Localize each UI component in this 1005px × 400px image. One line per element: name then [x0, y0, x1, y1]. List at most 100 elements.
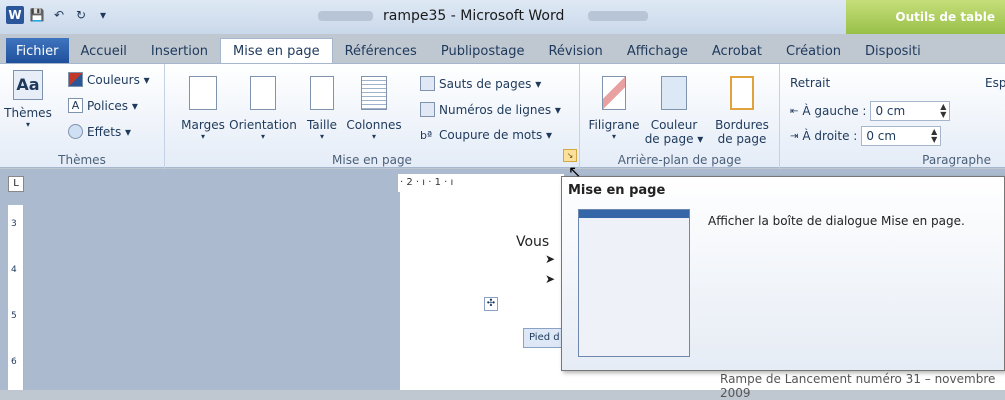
tooltip-title: Mise en page [568, 183, 666, 198]
ruler-number: 5 [11, 311, 17, 321]
numeros-de-lignes-button[interactable]: Numéros de lignes ▾ [420, 102, 561, 117]
tab-affichage[interactable]: Affichage [615, 38, 700, 64]
retrait-droite-input[interactable]: 0 cm ▲ ▼ [861, 126, 942, 146]
page-break-icon [420, 76, 435, 91]
retrait-gauche-input[interactable]: 0 cm ▲ ▼ [870, 101, 951, 121]
horizontal-ruler[interactable]: · 2 · ı · 1 · ı [398, 174, 564, 192]
filigrane-button[interactable]: Filigrane ▾ [586, 76, 642, 141]
fonts-icon: A [68, 98, 83, 113]
filigrane-label: Filigrane [588, 118, 640, 132]
coupure-de-mots-button[interactable]: bª Coupure de mots ▾ [420, 128, 552, 142]
taille-label: Taille [306, 118, 338, 132]
tab-mise-en-page[interactable]: Mise en page [220, 38, 333, 64]
redo-icon[interactable]: ↻ [72, 6, 90, 24]
tab-accueil[interactable]: Accueil [69, 38, 139, 64]
orientation-button[interactable]: Orientation ▾ [227, 76, 299, 141]
colors-icon [68, 72, 83, 87]
group-paragraphe: Retrait ⇤ À gauche : 0 cm ▲ ▼ ⇥ À droite … [780, 64, 1005, 169]
mouse-cursor-icon: ↖ [568, 162, 582, 181]
tooltip-description: Afficher la boîte de dialogue Mise en pa… [708, 214, 965, 228]
hyphenation-icon: bª [420, 128, 433, 142]
gauche-label: À gauche : [802, 104, 867, 118]
blurred-text [318, 11, 373, 21]
spinner-icon[interactable]: ▲ ▼ [931, 128, 937, 144]
themes-button[interactable]: Aa Thèmes ▾ [4, 70, 52, 129]
retrait-label: Retrait [790, 76, 831, 90]
spinner-icon[interactable]: ▲ ▼ [940, 103, 946, 119]
word-logo-icon[interactable]: W [6, 6, 24, 24]
save-icon[interactable]: 💾 [28, 6, 46, 24]
group-label-mise-en-page: Mise en page [332, 153, 412, 167]
size-icon [310, 76, 334, 110]
chevron-down-icon: ▾ [260, 132, 265, 141]
effets-button[interactable]: Effets ▾ [68, 124, 131, 139]
tab-disposition[interactable]: Dispositi [853, 38, 933, 64]
chevron-down-icon: ▾ [25, 120, 30, 129]
sauts-de-pages-button[interactable]: Sauts de pages ▾ [420, 76, 541, 91]
quick-access-toolbar: W 💾 ↶ ↻ ▾ [6, 6, 112, 24]
ruler-number: 6 [11, 357, 17, 367]
espacement-label: Esp [985, 76, 1005, 90]
chevron-down-icon: ▾ [371, 132, 376, 141]
tab-fichier[interactable]: Fichier [6, 38, 69, 64]
context-tab-group-label: Outils de table [846, 0, 1005, 34]
group-arriere-plan: Filigrane ▾ Couleur de page ▾ Bordures d… [580, 64, 780, 169]
tab-insertion[interactable]: Insertion [139, 38, 220, 64]
footer-text: Rampe de Lancement numéro 31 – novembre … [720, 372, 996, 400]
page-color-icon [661, 76, 687, 110]
ruler-text: · 2 · ı · 1 · ı [400, 177, 454, 188]
colonnes-label: Colonnes [346, 118, 402, 132]
customize-qat-icon[interactable]: ▾ [94, 6, 112, 24]
bullet-arrow-icon: ➤ [545, 252, 556, 266]
watermark-icon [602, 76, 626, 110]
title-bar: W 💾 ↶ ↻ ▾ rampe35 - Microsoft Word Outil… [0, 0, 1005, 34]
tab-acrobat[interactable]: Acrobat [700, 38, 774, 64]
table-move-handle-icon[interactable]: ✣ [484, 297, 498, 311]
page-borders-icon [730, 76, 754, 110]
footer-tag: Pied d [523, 328, 566, 348]
chevron-down-icon: ▾ [611, 132, 616, 141]
coupure-label: Coupure de mots ▾ [439, 128, 553, 142]
sauts-label: Sauts de pages ▾ [439, 76, 542, 91]
couleur-de-page-button[interactable]: Couleur de page ▾ [642, 76, 706, 146]
retrait-droite-row: ⇥ À droite : 0 cm ▲ ▼ [790, 126, 942, 146]
couleur-label-2: de page ▾ [644, 132, 704, 146]
line-numbers-icon [420, 102, 435, 117]
chevron-down-icon: ▾ [200, 132, 205, 141]
tooltip-mise-en-page: Mise en page Afficher la boîte de dialog… [561, 176, 1005, 371]
couleur-label: Couleur [650, 118, 698, 132]
vertical-ruler[interactable]: 3 4 5 6 [8, 205, 24, 390]
colonnes-button[interactable]: Colonnes ▾ [345, 76, 403, 141]
orientation-label: Orientation [229, 118, 297, 132]
ruler-number: 3 [11, 219, 17, 229]
polices-button[interactable]: A Polices ▾ [68, 98, 138, 113]
dialog-preview-image [578, 209, 690, 357]
doc-text: Vous [516, 234, 550, 250]
couleurs-button[interactable]: Couleurs ▾ [68, 72, 150, 87]
taille-button[interactable]: Taille ▾ [302, 76, 342, 141]
group-label-paragraphe: Paragraphe [922, 153, 991, 167]
gauche-value: 0 cm [875, 104, 906, 118]
themes-icon: Aa [13, 70, 43, 100]
marges-button[interactable]: Marges ▾ [173, 76, 233, 141]
effects-icon [68, 124, 83, 139]
indent-left-icon: ⇤ [790, 105, 799, 117]
bordures-de-page-button[interactable]: Bordures de page [710, 76, 774, 146]
indent-right-icon: ⇥ [790, 130, 799, 142]
tab-publipostage[interactable]: Publipostage [429, 38, 537, 64]
numeros-label: Numéros de lignes ▾ [439, 102, 561, 117]
tab-creation[interactable]: Création [774, 38, 853, 64]
tab-revision[interactable]: Révision [536, 38, 614, 64]
marges-label: Marges [181, 118, 225, 132]
columns-icon [361, 76, 387, 110]
ruler-number: 4 [11, 265, 17, 275]
bordures-label: Bordures [715, 118, 769, 132]
undo-icon[interactable]: ↶ [50, 6, 68, 24]
mise-en-page-dialog-launcher[interactable]: ↘ [563, 149, 577, 162]
couleurs-label: Couleurs ▾ [87, 72, 150, 87]
tab-selector-button[interactable]: L [8, 176, 24, 192]
group-mise-en-page: Marges ▾ Orientation ▾ Taille ▾ Colonnes… [165, 64, 580, 169]
tab-references[interactable]: Références [333, 38, 429, 64]
droite-label: À droite : [802, 129, 858, 143]
polices-label: Polices ▾ [87, 98, 138, 113]
